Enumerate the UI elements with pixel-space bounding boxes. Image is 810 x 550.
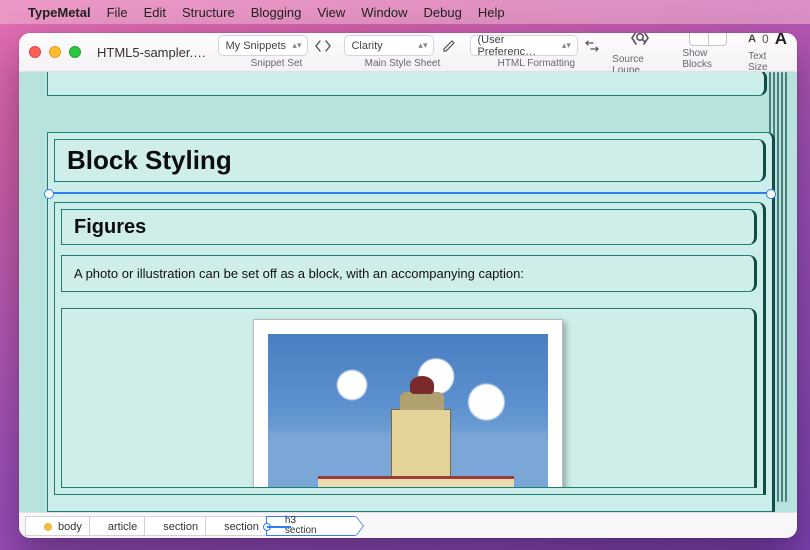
heading-3-block[interactable]: Figures (61, 209, 757, 245)
selection-line (267, 526, 291, 528)
chevron-updown-icon: ▴▾ (292, 41, 301, 50)
show-blocks-toggle[interactable] (689, 33, 727, 46)
figure-block[interactable] (61, 308, 757, 488)
menu-structure[interactable]: Structure (182, 5, 235, 20)
path-bar: body article section section h3 section (19, 512, 797, 538)
heading-block[interactable]: Block Styling (54, 139, 766, 182)
breadcrumb-section[interactable]: section (144, 516, 213, 536)
heading-2-text[interactable]: Block Styling (67, 146, 751, 175)
titlebar: HTML5-sampler.ht… My Snippets ▴▾ Snippet… (19, 33, 797, 72)
menubar[interactable]: TypeMetal File Edit Structure Blogging V… (0, 0, 810, 24)
formatting-select[interactable]: (User Preferenc… ▴▾ (470, 35, 577, 56)
breadcrumb-label: section (163, 521, 198, 533)
snippet-set-group: My Snippets ▴▾ Snippet Set (218, 35, 334, 69)
breadcrumb-label: body (58, 521, 82, 533)
source-loupe-icon[interactable] (629, 33, 651, 52)
breadcrumb-tail-top: h3 (285, 516, 341, 526)
text-size-increase[interactable]: A (775, 33, 787, 49)
preceding-block[interactable] (47, 72, 767, 96)
formatting-expand-icon[interactable] (582, 35, 602, 56)
close-button[interactable] (29, 46, 41, 58)
selection-indicator[interactable] (48, 192, 772, 194)
traffic-lights (29, 46, 81, 58)
app-window: HTML5-sampler.ht… My Snippets ▴▾ Snippet… (19, 33, 797, 538)
chevron-updown-icon: ▴▾ (562, 41, 571, 50)
minimize-button[interactable] (49, 46, 61, 58)
app-name[interactable]: TypeMetal (28, 5, 91, 20)
menu-view[interactable]: View (317, 5, 345, 20)
source-loupe-group: Source Loupe (612, 33, 668, 76)
breadcrumb-tail-bottom: section (285, 526, 341, 536)
breadcrumb-article[interactable]: article (89, 516, 152, 536)
show-blocks-label: Show Blocks (682, 48, 734, 70)
stylesheet-value: Clarity (351, 40, 382, 52)
chevron-updown-icon: ▴▾ (418, 41, 427, 50)
zoom-button[interactable] (69, 46, 81, 58)
breadcrumb-label: section (224, 521, 259, 533)
stylesheet-label: Main Style Sheet (365, 58, 441, 69)
show-blocks-group: Show Blocks (682, 33, 734, 70)
stylesheet-group: Clarity ▴▾ Main Style Sheet (344, 35, 460, 69)
text-size-group: A 0 A Text Size (748, 33, 787, 73)
text-size-value: 0 (762, 33, 769, 46)
formatting-label: HTML Formatting (498, 58, 575, 69)
stylesheet-edit-icon[interactable] (438, 35, 460, 56)
photo-frame (253, 319, 563, 488)
heading-3-text[interactable]: Figures (74, 216, 742, 238)
menu-window[interactable]: Window (361, 5, 407, 20)
breadcrumb-selection[interactable]: h3 section (266, 516, 356, 536)
formatting-group: (User Preferenc… ▴▾ HTML Formatting (470, 35, 602, 69)
lighthouse-photo (268, 334, 548, 488)
snippet-code-icon[interactable] (312, 35, 334, 56)
menu-blogging[interactable]: Blogging (251, 5, 302, 20)
menu-edit[interactable]: Edit (144, 5, 166, 20)
menu-file[interactable]: File (107, 5, 128, 20)
menu-debug[interactable]: Debug (424, 5, 462, 20)
stylesheet-select[interactable]: Clarity ▴▾ (344, 35, 434, 56)
snippet-set-select[interactable]: My Snippets ▴▾ (218, 35, 308, 56)
section-block[interactable]: Block Styling Figures A photo or illustr… (47, 132, 775, 512)
editor-canvas[interactable]: Block Styling Figures A photo or illustr… (19, 72, 797, 512)
breadcrumb-label: article (108, 521, 137, 533)
text-size-decrease[interactable]: A (748, 33, 756, 45)
paragraph-text[interactable]: A photo or illustration can be set off a… (74, 266, 524, 281)
breadcrumb-body[interactable]: body (25, 516, 97, 536)
snippet-set-value: My Snippets (225, 40, 286, 52)
paragraph-block[interactable]: A photo or illustration can be set off a… (61, 255, 757, 292)
text-size-label: Text Size (748, 51, 787, 73)
photo-roofline (318, 476, 514, 488)
subsection-block[interactable]: Figures A photo or illustration can be s… (54, 202, 766, 495)
menu-help[interactable]: Help (478, 5, 505, 20)
formatting-value: (User Preferenc… (477, 34, 557, 58)
document-title: HTML5-sampler.ht… (97, 45, 208, 60)
snippet-set-label: Snippet Set (251, 58, 303, 69)
